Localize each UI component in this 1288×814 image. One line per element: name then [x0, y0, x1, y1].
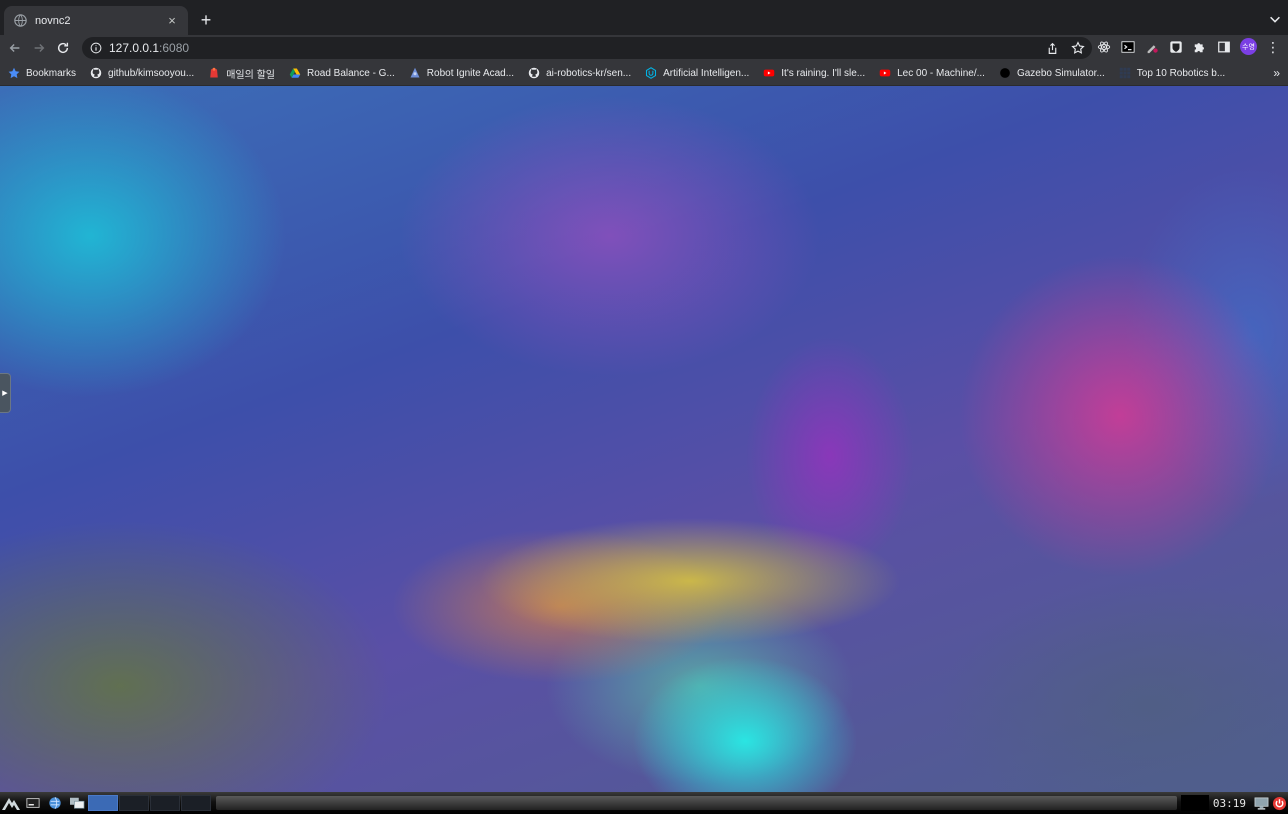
tab-title: novnc2	[35, 14, 71, 27]
bookmark-star-icon[interactable]	[1070, 40, 1086, 56]
bookmark-item[interactable]: ai-robotics-kr/sen...	[528, 67, 631, 79]
bookmark-item[interactable]: Artificial Intelligen...	[645, 67, 749, 79]
bookmark-item[interactable]: github/kimsooyou...	[90, 67, 194, 79]
browser-menu-icon[interactable]: ⋮	[1265, 39, 1281, 55]
tab-search-chevron-icon[interactable]	[1268, 12, 1282, 26]
url-port: :6080	[159, 41, 190, 55]
react-devtools-extension-icon[interactable]	[1096, 39, 1112, 55]
browser-toolbar: 127.0.0.1 :6080 수영 ⋮	[0, 35, 1288, 61]
grid-icon	[1119, 67, 1131, 79]
profile-avatar[interactable]: 수영	[1240, 38, 1257, 55]
clock[interactable]: 03:19	[1213, 797, 1246, 810]
workspace-4[interactable]	[181, 795, 211, 811]
expand-arrow-icon: ▶	[2, 389, 8, 397]
bookmark-item[interactable]: Robot Ignite Acad...	[409, 67, 514, 79]
workspace-3[interactable]	[150, 795, 180, 811]
address-bar[interactable]: 127.0.0.1 :6080	[82, 37, 1092, 59]
terminal-extension-icon[interactable]	[1120, 39, 1136, 55]
udacity-icon	[645, 67, 657, 79]
share-icon[interactable]	[1044, 40, 1060, 56]
github-icon	[90, 67, 102, 79]
bookmark-item[interactable]: Bookmarks	[8, 67, 76, 79]
workspace-1[interactable]	[88, 795, 118, 811]
youtube-icon	[763, 67, 775, 79]
youtube-icon	[879, 67, 891, 79]
workspace-2[interactable]	[119, 795, 149, 811]
side-panel-icon[interactable]	[1216, 39, 1232, 55]
back-arrow-icon[interactable]	[3, 36, 27, 60]
start-menu-icon[interactable]	[0, 793, 22, 813]
remote-desktop-viewport[interactable]: ▶	[0, 86, 1288, 792]
new-tab-button[interactable]: +	[196, 10, 216, 30]
globe-icon	[14, 14, 27, 27]
forward-arrow-icon[interactable]	[27, 36, 51, 60]
robot-icon	[409, 67, 421, 79]
bookmark-item[interactable]: Road Balance - G...	[289, 67, 395, 79]
site-info-icon[interactable]	[90, 42, 102, 54]
bookmarks-overflow-button[interactable]: »	[1273, 66, 1280, 80]
terminal-launcher-icon[interactable]	[22, 793, 44, 813]
bitwarden-extension-icon[interactable]	[1168, 39, 1184, 55]
url-host: 127.0.0.1	[109, 41, 160, 55]
power-icon[interactable]	[1270, 794, 1288, 812]
bookmark-item[interactable]: Top 10 Robotics b...	[1119, 67, 1225, 79]
star-icon	[8, 67, 20, 79]
gazebo-icon	[999, 67, 1011, 79]
reload-icon[interactable]	[51, 36, 75, 60]
task-list-area	[216, 796, 1177, 810]
remote-taskbar: 03:19	[0, 792, 1288, 814]
google-drive-icon	[289, 67, 301, 79]
novnc-control-bar-handle[interactable]: ▶	[0, 373, 11, 413]
bookmark-item[interactable]: Gazebo Simulator...	[999, 67, 1105, 79]
monitor-icon[interactable]	[1252, 794, 1270, 812]
browser-launcher-icon[interactable]	[44, 793, 66, 813]
browser-tab-novnc2[interactable]: novnc2 ×	[4, 6, 188, 35]
tab-strip: novnc2 × +	[0, 0, 1288, 35]
red-app-icon	[208, 67, 220, 79]
bookmarks-bar: Bookmarks github/kimsooyou... 매일의 할일 Roa…	[0, 61, 1288, 86]
bookmark-item[interactable]: 매일의 할일	[208, 66, 275, 81]
system-tray-area	[1180, 795, 1209, 811]
tab-close-icon[interactable]: ×	[164, 13, 180, 29]
extensions-puzzle-icon[interactable]	[1192, 39, 1208, 55]
bookmark-item[interactable]: Lec 00 - Machine/...	[879, 67, 985, 79]
github-icon	[528, 67, 540, 79]
show-desktop-icon[interactable]	[66, 793, 88, 813]
color-picker-extension-icon[interactable]	[1144, 39, 1160, 55]
bookmark-item[interactable]: It's raining. I'll sle...	[763, 67, 865, 79]
